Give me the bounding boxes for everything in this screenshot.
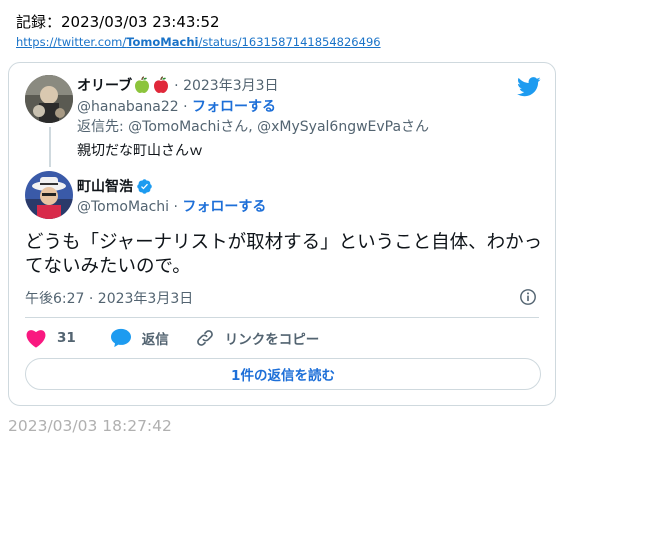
divider <box>25 317 539 318</box>
author-handle[interactable]: @TomoMachi <box>77 199 169 215</box>
url-user: TomoMachi <box>126 35 199 49</box>
verified-badge-icon <box>137 178 152 194</box>
copy-link-label: リンクをコピー <box>224 332 320 348</box>
tweet-timestamp[interactable]: 午後6:27 · 2023年3月3日 <box>25 288 193 308</box>
reply-handle[interactable]: @hanabana22 <box>77 99 179 115</box>
like-button[interactable]: 31 <box>25 328 76 348</box>
reply-handle-row: @hanabana22 · フォローする <box>77 99 276 115</box>
reply-date[interactable]: · 2023年3月3日 <box>174 75 278 95</box>
copy-link-button[interactable]: リンクをコピー <box>195 328 320 348</box>
avatar-image <box>25 75 73 123</box>
reply-label: 返信 <box>141 332 169 348</box>
like-count: 31 <box>57 330 76 346</box>
speech-bubble-icon <box>110 328 131 348</box>
read-replies-button[interactable]: 1件の返信を読む <box>25 358 541 390</box>
capture-timestamp: 2023/03/03 18:27:42 <box>8 417 172 435</box>
author-handle-row: @TomoMachi · フォローする <box>77 199 267 215</box>
record-timestamp: 記録：2023/03/03 23:43:52 <box>16 13 220 31</box>
reply-follow-button[interactable]: フォローする <box>192 99 276 115</box>
red-apple-icon <box>154 76 169 93</box>
avatar-tomomachi[interactable] <box>25 171 73 219</box>
author-name[interactable]: 町山智浩 <box>77 176 133 196</box>
avatar-image <box>25 171 73 219</box>
action-bar: 31 返信 リンクをコピー <box>25 327 341 349</box>
heart-icon <box>26 330 46 348</box>
thread-connector <box>49 127 51 167</box>
url-suffix: /status/1631587141854826496 <box>198 35 381 49</box>
reply-author-row: オリーブ · 2023年3月3日 <box>77 75 279 95</box>
green-apple-icon <box>135 76 150 93</box>
follow-button[interactable]: フォローする <box>182 199 266 215</box>
avatar-olive[interactable] <box>25 75 73 123</box>
reply-button[interactable]: 返信 <box>110 328 169 348</box>
tweet-embed-card: オリーブ · 2023年3月3日 @hanabana22 · フォローする 返信… <box>8 62 556 406</box>
author-row: 町山智浩 <box>77 176 153 196</box>
reply-author-name[interactable]: オリーブ <box>77 75 132 95</box>
info-icon[interactable] <box>519 288 537 306</box>
tweet-text: どうも「ジャーナリストが取材する」ということ自体、わかってないみたいので。 <box>25 232 543 277</box>
link-icon <box>196 330 213 346</box>
reply-text: 親切だな町山さんｗ <box>77 143 203 159</box>
reply-to-line: 返信先: @TomoMachiさん, @xMySyal6ngwEvPaさん <box>77 119 430 135</box>
url-prefix: https://twitter.com/ <box>16 35 127 49</box>
tweet-url-link[interactable]: https://twitter.com/TomoMachi/status/163… <box>16 35 381 49</box>
twitter-bird-icon[interactable] <box>517 77 541 97</box>
